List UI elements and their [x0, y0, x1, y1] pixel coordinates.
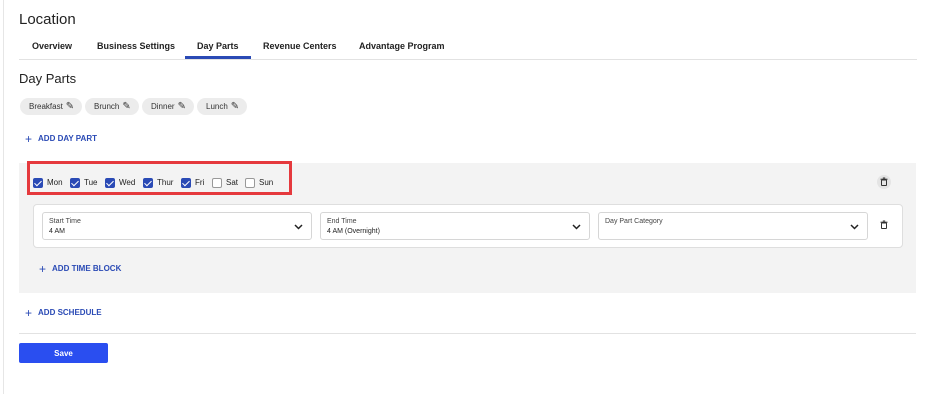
day-part-chip-brunch[interactable]: Brunch ✎: [85, 98, 139, 115]
active-tab-indicator: [185, 56, 251, 59]
start-time-select[interactable]: Start Time 4 AM: [42, 212, 312, 240]
tab-overview[interactable]: Overview: [32, 41, 72, 51]
start-time-label: Start Time: [49, 218, 81, 225]
add-day-part-label: ADD DAY PART: [38, 134, 97, 143]
day-part-category-label: Day Part Category: [605, 218, 663, 225]
section-title: Day Parts: [19, 71, 77, 86]
save-button[interactable]: Save: [19, 343, 108, 363]
pencil-icon[interactable]: ✎: [178, 98, 186, 115]
left-rule: [3, 0, 4, 394]
days-highlight-box: [27, 161, 292, 195]
add-schedule-button[interactable]: + ADD SCHEDULE: [25, 305, 102, 320]
day-part-category-select[interactable]: Day Part Category: [598, 212, 868, 240]
tab-advantage-program[interactable]: Advantage Program: [359, 41, 445, 51]
chevron-down-icon: [850, 224, 859, 230]
add-time-block-button[interactable]: + ADD TIME BLOCK: [39, 261, 122, 276]
plus-icon: +: [25, 305, 33, 320]
trash-icon[interactable]: [877, 175, 891, 189]
add-time-block-label: ADD TIME BLOCK: [52, 264, 122, 273]
divider: [19, 333, 916, 334]
tab-bar: Overview Business Settings Day Parts Rev…: [19, 34, 917, 60]
day-part-chip-breakfast[interactable]: Breakfast ✎: [20, 98, 82, 115]
end-time-value: 4 AM (Overnight): [327, 228, 380, 235]
add-day-part-button[interactable]: + ADD DAY PART: [25, 131, 97, 146]
tab-day-parts[interactable]: Day Parts: [197, 41, 239, 51]
page-title: Location: [19, 11, 76, 28]
plus-icon: +: [39, 261, 47, 276]
chip-label: Lunch: [206, 102, 228, 111]
day-part-chip-dinner[interactable]: Dinner ✎: [142, 98, 194, 115]
end-time-select[interactable]: End Time 4 AM (Overnight): [320, 212, 590, 240]
pencil-icon[interactable]: ✎: [122, 98, 130, 115]
chip-label: Brunch: [94, 102, 120, 111]
chevron-down-icon: [572, 224, 581, 230]
end-time-label: End Time: [327, 218, 357, 225]
chip-label: Dinner: [151, 102, 175, 111]
start-time-value: 4 AM: [49, 228, 65, 235]
pencil-icon[interactable]: ✎: [66, 98, 74, 115]
tab-business-settings[interactable]: Business Settings: [97, 41, 175, 51]
trash-icon[interactable]: [877, 218, 891, 232]
chip-label: Breakfast: [29, 102, 63, 111]
add-schedule-label: ADD SCHEDULE: [38, 308, 102, 317]
chevron-down-icon: [294, 224, 303, 230]
tab-revenue-centers[interactable]: Revenue Centers: [263, 41, 337, 51]
pencil-icon[interactable]: ✎: [231, 98, 239, 115]
plus-icon: +: [25, 131, 33, 146]
day-part-chip-lunch[interactable]: Lunch ✎: [197, 98, 247, 115]
